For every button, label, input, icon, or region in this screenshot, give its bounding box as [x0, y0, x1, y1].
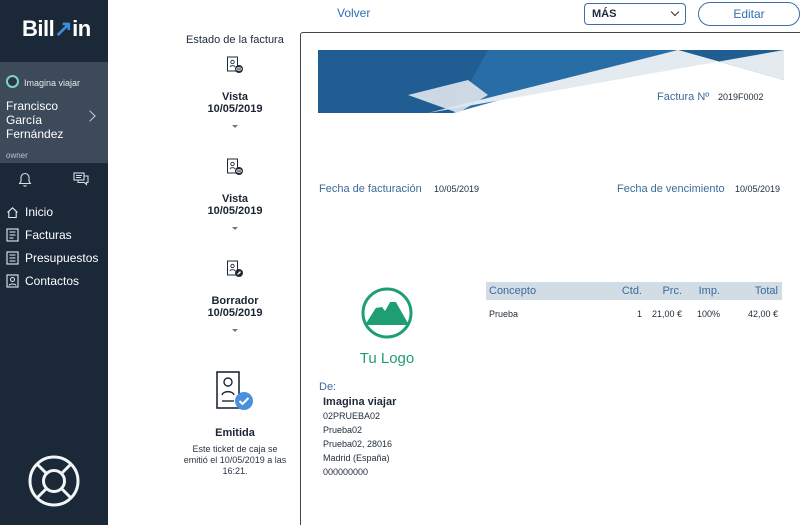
- billing-date: 10/05/2019: [434, 184, 480, 194]
- col-concept: Concepto: [489, 285, 537, 297]
- edit-button[interactable]: Editar: [698, 2, 800, 26]
- more-select[interactable]: MÁS: [584, 3, 686, 25]
- cell-price: 21,00 €: [651, 309, 682, 319]
- sidebar-item-label: Inicio: [25, 205, 54, 219]
- app-root: Bill↗in Imagina viajar Francisco García …: [0, 0, 800, 525]
- caret-down-icon: [232, 227, 238, 230]
- app-logo[interactable]: Bill↗in: [22, 16, 91, 42]
- invoice-status-timeline: Estado de la factura Vista 10/05/2019 Vi…: [170, 0, 300, 525]
- col-tax: Imp.: [698, 285, 720, 297]
- table-row: Prueba 1 21,00 € 100% 42,00 €: [486, 300, 782, 328]
- from-address-line: Prueba02, 28016: [323, 439, 393, 449]
- budget-icon: [6, 251, 19, 271]
- more-select-value: MÁS: [592, 8, 617, 20]
- document-eye-icon: [170, 56, 300, 81]
- status-step-label: Borrador: [211, 295, 259, 307]
- company-name: Imagina viajar: [24, 78, 81, 88]
- sidebar-item-contactos[interactable]: Contactos: [0, 271, 108, 294]
- user-card[interactable]: Imagina viajar Francisco García Fernánde…: [0, 62, 108, 163]
- document-edit-icon: [170, 260, 300, 285]
- sidebar-item-presupuestos[interactable]: Presupuestos: [0, 248, 108, 271]
- from-address-line: 000000000: [323, 467, 369, 477]
- due-date: 10/05/2019: [735, 184, 781, 194]
- status-step-date: 10/05/2019: [207, 307, 263, 319]
- from-address-line: Prueba02: [323, 425, 363, 435]
- contacts-icon: [6, 274, 19, 294]
- bell-icon[interactable]: [18, 172, 32, 193]
- sidebar-item-label: Presupuestos: [25, 251, 99, 265]
- from-label: De:: [319, 381, 337, 393]
- sidebar-item-label: Contactos: [25, 274, 80, 288]
- from-address-line: Madrid (España): [323, 453, 390, 463]
- logo-placeholder-text: Tu Logo: [359, 350, 415, 367]
- status-emitted-text: Este ticket de caja se emitió el 10/05/2…: [183, 444, 287, 476]
- col-total: Total: [754, 285, 778, 297]
- caret-down-icon: [232, 329, 238, 332]
- table-header: Concepto Ctd. Prc. Imp. Total: [486, 282, 782, 300]
- status-emitted: Emitida Este ticket de caja se emitió el…: [170, 370, 300, 477]
- sidebar-item-label: Facturas: [25, 228, 72, 242]
- user-role: owner: [6, 151, 28, 160]
- sidebar: Bill↗in Imagina viajar Francisco García …: [0, 0, 108, 525]
- from-name: Imagina viajar: [323, 396, 397, 408]
- caret-down-icon: [232, 125, 238, 128]
- document-check-icon: [170, 370, 300, 419]
- sidebar-quick-actions: [0, 172, 108, 192]
- invoice-header-banner: [318, 50, 784, 113]
- col-qty: Ctd.: [621, 285, 642, 297]
- status-step-label: Vista: [221, 91, 249, 103]
- cell-concept: Prueba: [489, 309, 519, 319]
- home-icon: [6, 205, 19, 225]
- chevron-right-icon: [84, 110, 96, 122]
- status-step: Borrador 10/05/2019: [170, 260, 300, 332]
- back-link[interactable]: Volver: [337, 6, 370, 20]
- invoice-preview: Factura Nº 2019F0002 Fecha de facturació…: [300, 32, 800, 525]
- from-address-line: 02PRUEBA02: [323, 411, 381, 421]
- billing-date-label: Fecha de facturación: [319, 183, 422, 195]
- mountain-logo-icon: [361, 287, 413, 339]
- cell-qty: 1: [636, 309, 642, 319]
- invoice-number-label: Factura Nº: [657, 91, 710, 103]
- status-step-date: 10/05/2019: [207, 103, 263, 115]
- chat-icon[interactable]: [73, 172, 89, 192]
- cell-total: 42,00 €: [747, 309, 778, 319]
- status-step-date: 10/05/2019: [207, 205, 263, 217]
- status-step: Vista 10/05/2019: [170, 158, 300, 230]
- company-logo-placeholder: Tu Logo: [359, 285, 415, 375]
- document-eye-icon: [170, 158, 300, 183]
- sidebar-item-facturas[interactable]: Facturas: [0, 225, 108, 248]
- due-date-label: Fecha de vencimiento: [617, 183, 725, 195]
- sidebar-item-inicio[interactable]: Inicio: [0, 202, 108, 225]
- invoice-number: 2019F0002: [718, 92, 764, 102]
- sidebar-nav: Inicio Facturas Presupuestos Contactos: [0, 202, 108, 294]
- cell-tax: 100%: [696, 309, 720, 319]
- lifebuoy-help-icon[interactable]: [28, 455, 80, 507]
- invoice-lines-table: Concepto Ctd. Prc. Imp. Total Prueba 1 2…: [486, 282, 782, 328]
- chevron-down-icon: [670, 7, 680, 17]
- status-step-label: Vista: [221, 193, 249, 205]
- user-name: Francisco García Fernández: [6, 99, 64, 141]
- status-emitted-label: Emitida: [215, 427, 255, 439]
- status-title: Estado de la factura: [186, 34, 284, 46]
- company-avatar: [6, 75, 19, 88]
- status-step: Vista 10/05/2019: [170, 56, 300, 128]
- col-price: Prc.: [662, 285, 682, 297]
- invoice-icon: [6, 228, 19, 248]
